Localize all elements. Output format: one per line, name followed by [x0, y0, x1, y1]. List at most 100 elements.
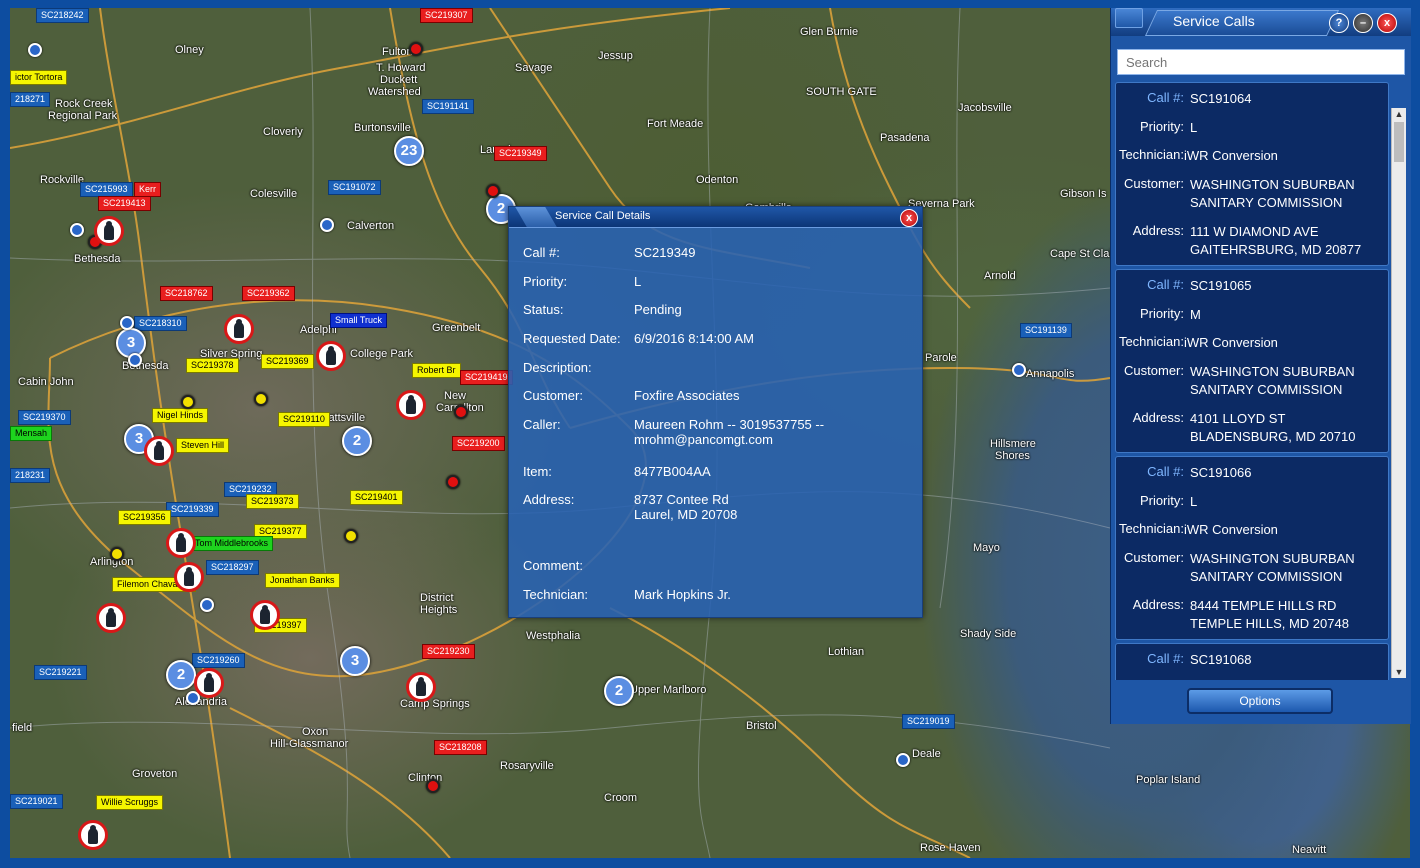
- map-marker-tag[interactable]: SC219369: [261, 354, 314, 369]
- map-marker-tag[interactable]: SC219260: [192, 653, 245, 668]
- technician-marker[interactable]: [94, 216, 124, 246]
- map-marker-tag[interactable]: SC219362: [242, 286, 295, 301]
- map-place-label: Burtonsville: [354, 122, 411, 134]
- location-dot[interactable]: [344, 529, 358, 543]
- map-marker-tag[interactable]: Nigel Hinds: [152, 408, 209, 423]
- location-dot[interactable]: [320, 218, 334, 232]
- options-button[interactable]: Options: [1187, 688, 1333, 714]
- card-value-line: GAITEHRSBURG, MD 20877: [1190, 242, 1362, 257]
- map-marker-tag[interactable]: Tom Middlebrooks: [190, 536, 274, 551]
- technician-marker[interactable]: [166, 528, 196, 558]
- map-marker-tag[interactable]: SC219307: [420, 8, 473, 23]
- map-marker-tag[interactable]: Robert Br: [412, 363, 461, 378]
- location-dot[interactable]: [120, 316, 134, 330]
- technician-marker[interactable]: [78, 820, 108, 850]
- technician-marker[interactable]: [316, 341, 346, 371]
- map-marker-tag[interactable]: Mensah: [10, 426, 53, 441]
- map-marker-tag[interactable]: SC191139: [1020, 323, 1072, 338]
- map-marker-tag[interactable]: Steven Hill: [176, 438, 230, 453]
- location-dot[interactable]: [446, 475, 460, 489]
- map-marker-tag[interactable]: Willie Scruggs: [96, 795, 164, 810]
- map-marker-tag[interactable]: 218231: [10, 468, 51, 483]
- search-input[interactable]: [1117, 49, 1405, 75]
- technician-marker[interactable]: [224, 314, 254, 344]
- minimize-icon[interactable]: –: [1353, 13, 1373, 33]
- map-marker-tag[interactable]: SC219230: [422, 644, 475, 659]
- map-marker-tag[interactable]: SC215993: [80, 182, 133, 197]
- popup-header[interactable]: Service Call Details x: [509, 207, 922, 228]
- location-dot[interactable]: [454, 405, 468, 419]
- technician-marker[interactable]: [96, 603, 126, 633]
- location-dot[interactable]: [200, 598, 214, 612]
- map-marker-tag[interactable]: SC191072: [328, 180, 381, 195]
- map-marker-tag[interactable]: SC218762: [160, 286, 213, 301]
- location-dot[interactable]: [1012, 363, 1026, 377]
- map-marker-tag[interactable]: SC219349: [494, 146, 547, 161]
- cluster-marker[interactable]: 2: [604, 676, 634, 706]
- location-dot[interactable]: [181, 395, 195, 409]
- technician-marker[interactable]: [174, 562, 204, 592]
- technician-marker[interactable]: [250, 600, 280, 630]
- cluster-marker[interactable]: 3: [340, 646, 370, 676]
- map-place-label: SOUTH GATE: [806, 86, 877, 98]
- map-marker-tag[interactable]: SC218208: [434, 740, 487, 755]
- map-marker-tag[interactable]: SC218297: [206, 560, 259, 575]
- scroll-thumb[interactable]: [1394, 122, 1404, 162]
- card-value-line: SANITARY COMMISSION: [1190, 195, 1343, 210]
- list-scrollbar[interactable]: ▲ ▼: [1391, 108, 1406, 678]
- location-dot[interactable]: [426, 779, 440, 793]
- map-marker-tag[interactable]: SC218310: [134, 316, 187, 331]
- scroll-up-icon[interactable]: ▲: [1392, 108, 1406, 120]
- close-icon[interactable]: x: [1377, 13, 1397, 33]
- service-call-card[interactable]: Call #: SC191068: [1115, 643, 1389, 680]
- map-marker-tag[interactable]: SC219356: [118, 510, 171, 525]
- map-marker-tag[interactable]: SC219373: [246, 494, 299, 509]
- map-marker-tag[interactable]: SC191141: [422, 99, 474, 114]
- scroll-down-icon[interactable]: ▼: [1392, 666, 1406, 678]
- location-dot[interactable]: [896, 753, 910, 767]
- location-dot[interactable]: [486, 184, 500, 198]
- location-dot[interactable]: [70, 223, 84, 237]
- technician-marker[interactable]: [396, 390, 426, 420]
- card-label: Call #:: [1147, 277, 1184, 292]
- technician-marker[interactable]: [406, 672, 436, 702]
- map-marker-tag[interactable]: SC219021: [10, 794, 63, 809]
- technician-marker[interactable]: [144, 436, 174, 466]
- map-marker-tag[interactable]: SC219019: [902, 714, 955, 729]
- service-call-card[interactable]: Call #: SC191065 Priority: M Technician: iWR …: [1115, 269, 1389, 453]
- service-call-card[interactable]: Call #: SC191064 Priority: L Technician: iWR …: [1115, 82, 1389, 266]
- map-place-label: Jessup: [598, 50, 633, 62]
- cluster-marker[interactable]: 23: [394, 136, 424, 166]
- help-icon[interactable]: ?: [1329, 13, 1349, 33]
- map-marker-tag[interactable]: SC219339: [166, 502, 219, 517]
- map-marker-tag[interactable]: SC219110: [278, 412, 330, 427]
- map-marker-tag[interactable]: 218271: [10, 92, 51, 107]
- service-call-card[interactable]: Call #: SC191066 Priority: L Technician: iWR …: [1115, 456, 1389, 640]
- cluster-marker[interactable]: 2: [342, 426, 372, 456]
- map-marker-tag[interactable]: SC219401: [350, 490, 403, 505]
- map-marker-tag[interactable]: ictor Tortora: [10, 70, 68, 85]
- map-marker-tag[interactable]: Jonathan Banks: [265, 573, 340, 588]
- panel-tab-button[interactable]: [1115, 8, 1143, 28]
- panel-header[interactable]: Service Calls ? – x: [1111, 8, 1411, 36]
- service-call-list[interactable]: Call #: SC191064 Priority: L Technician: iWR …: [1115, 82, 1389, 680]
- close-icon[interactable]: x: [900, 209, 918, 227]
- location-dot[interactable]: [409, 42, 423, 56]
- map-place-label: Duckett: [380, 74, 418, 86]
- map-marker-tag[interactable]: Small Truck: [330, 313, 388, 328]
- technician-marker[interactable]: [194, 668, 224, 698]
- map-marker-tag[interactable]: SC219200: [452, 436, 505, 451]
- map-marker-tag[interactable]: SC219413: [98, 196, 151, 211]
- location-dot[interactable]: [128, 353, 142, 367]
- detail-label: Description:: [523, 360, 592, 375]
- map-marker-tag[interactable]: SC219370: [18, 410, 71, 425]
- map-marker-tag[interactable]: SC219419: [460, 370, 513, 385]
- location-dot[interactable]: [254, 392, 268, 406]
- map-marker-tag[interactable]: SC218242: [36, 8, 89, 23]
- cluster-marker[interactable]: 2: [166, 660, 196, 690]
- location-dot[interactable]: [110, 547, 124, 561]
- map-marker-tag[interactable]: SC219221: [34, 665, 87, 680]
- location-dot[interactable]: [28, 43, 42, 57]
- map-marker-tag[interactable]: Kerr: [134, 182, 162, 197]
- map-marker-tag[interactable]: SC219378: [186, 358, 239, 373]
